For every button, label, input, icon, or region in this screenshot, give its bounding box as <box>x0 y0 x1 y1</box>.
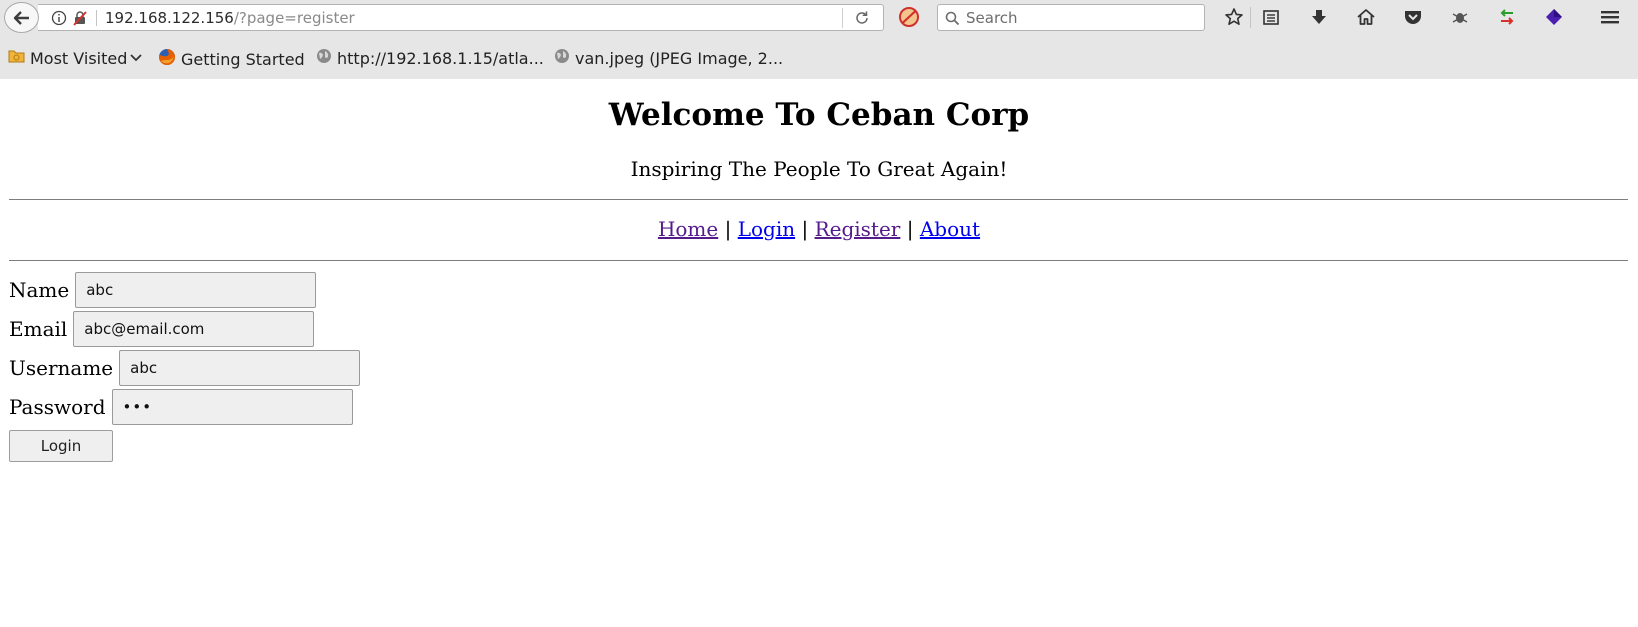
chevron-down-icon <box>130 54 143 62</box>
site-nav: Home | Login | Register | About <box>0 217 1638 241</box>
download-icon[interactable] <box>1306 5 1332 29</box>
globe-icon <box>316 48 332 68</box>
firefox-icon <box>158 48 176 70</box>
url-text[interactable]: 192.168.122.156/?page=register <box>105 9 355 27</box>
bookmark-label: van.jpeg (JPEG Image, 2... <box>575 48 784 68</box>
back-arrow-icon <box>13 11 29 25</box>
bookmark-getting-started[interactable]: Getting Started <box>158 48 305 70</box>
nav-login-link[interactable]: Login <box>738 217 795 241</box>
email-field[interactable] <box>73 311 315 347</box>
username-field[interactable] <box>119 350 361 386</box>
page-tagline: Inspiring The People To Great Again! <box>630 157 1008 181</box>
nav-separator: | <box>906 217 914 241</box>
url-path: /?page=register <box>233 9 355 27</box>
name-field[interactable] <box>75 272 317 308</box>
bookmark-atla[interactable]: http://192.168.1.15/atla... <box>316 48 544 68</box>
search-input[interactable] <box>966 8 1196 27</box>
page-title: Welcome To Ceban Corp <box>608 97 1030 133</box>
bookmarks-toolbar: Most Visited Getting Started http://192.… <box>0 44 1638 72</box>
nav-divider <box>9 260 1628 261</box>
search-icon <box>945 11 960 26</box>
bookmark-most-visited[interactable]: Most Visited <box>8 48 143 68</box>
proxy-switch-icon[interactable] <box>1494 5 1520 29</box>
folder-icon <box>8 48 25 68</box>
toolbar-divider <box>1250 7 1251 28</box>
browser-toolbar: 192.168.122.156/?page=register Search Mo… <box>0 0 1638 80</box>
username-label: Username <box>9 356 114 380</box>
nav-separator: | <box>724 217 732 241</box>
extension-bug-icon[interactable] <box>1447 5 1473 29</box>
bookmark-van-jpeg[interactable]: van.jpeg (JPEG Image, 2... <box>554 48 783 68</box>
top-divider <box>9 199 1628 200</box>
noscript-icon[interactable] <box>898 6 920 32</box>
username-row: Username <box>9 350 361 386</box>
reload-icon[interactable] <box>854 10 870 30</box>
back-button[interactable] <box>4 2 39 33</box>
info-icon[interactable] <box>51 10 67 30</box>
password-label: Password <box>9 395 106 419</box>
extension-cube-icon[interactable] <box>1541 5 1567 29</box>
email-label: Email <box>9 317 68 341</box>
nav-register-link[interactable]: Register <box>815 217 901 241</box>
pocket-icon[interactable] <box>1400 5 1426 29</box>
name-row: Name <box>9 272 317 308</box>
home-icon[interactable] <box>1353 5 1379 29</box>
bookmark-label: Getting Started <box>181 49 305 69</box>
page-content: Welcome To Ceban Corp Inspiring The Peop… <box>0 79 1638 627</box>
reload-divider <box>842 8 843 28</box>
email-row: Email <box>9 311 315 347</box>
bookmark-label: http://192.168.1.15/atla... <box>337 48 544 68</box>
address-bar[interactable]: 192.168.122.156/?page=register <box>38 4 884 31</box>
nav-separator: | <box>801 217 809 241</box>
search-bar[interactable] <box>937 4 1205 31</box>
password-field[interactable] <box>111 389 353 425</box>
url-host: 192.168.122.156 <box>105 9 234 27</box>
bookmarks-menu-icon[interactable] <box>1258 5 1284 29</box>
url-divider <box>96 10 97 26</box>
hamburger-menu-icon[interactable] <box>1597 5 1623 29</box>
password-row: Password <box>9 389 353 425</box>
insecure-lock-icon[interactable] <box>72 10 88 30</box>
nav-home-link[interactable]: Home <box>658 217 718 241</box>
bookmark-label: Most Visited <box>30 48 128 68</box>
login-button[interactable]: Login <box>9 430 113 462</box>
bookmark-star-icon[interactable] <box>1221 5 1247 29</box>
globe-icon <box>554 48 570 68</box>
name-label: Name <box>9 278 70 302</box>
nav-about-link[interactable]: About <box>920 217 980 241</box>
